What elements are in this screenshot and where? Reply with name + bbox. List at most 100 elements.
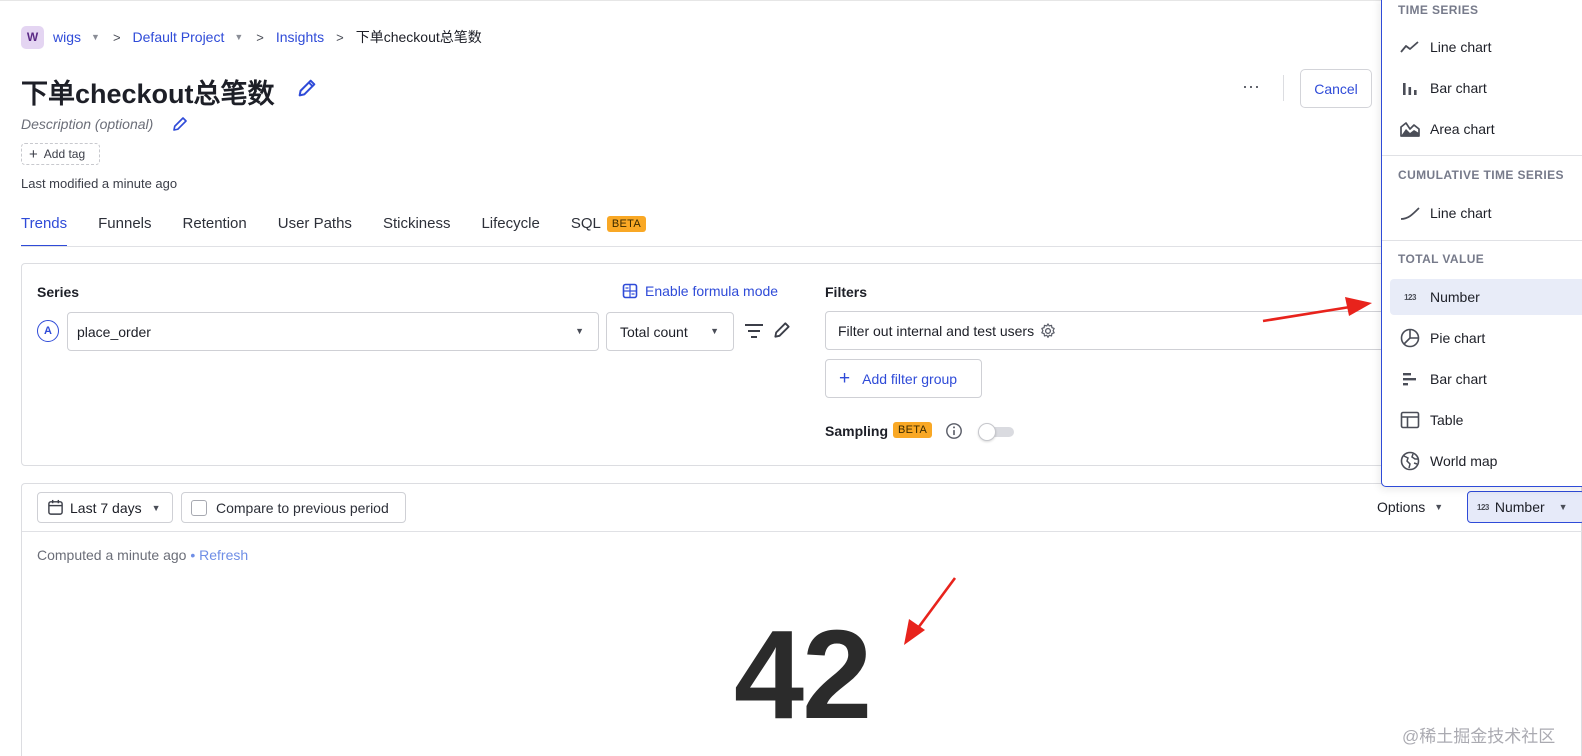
chevron-down-icon[interactable]: ▼ bbox=[234, 32, 243, 42]
calendar-icon bbox=[48, 499, 63, 515]
enable-formula-button[interactable]: Enable formula mode bbox=[622, 283, 778, 299]
chevron-right-icon: > bbox=[336, 29, 344, 45]
menu-section-title: CUMULATIVE TIME SERIES bbox=[1398, 168, 1564, 182]
menu-section-title: TIME SERIES bbox=[1398, 3, 1479, 17]
menu-item-label: Table bbox=[1430, 412, 1464, 428]
menu-item-label: Bar chart bbox=[1430, 80, 1487, 96]
gear-icon[interactable] bbox=[1039, 322, 1057, 340]
bar-chart-icon bbox=[1400, 78, 1420, 98]
menu-item-label: Line chart bbox=[1430, 39, 1492, 55]
tab-label: Retention bbox=[182, 215, 247, 232]
event-select[interactable]: place_order ▼ bbox=[67, 312, 599, 351]
tab-retention[interactable]: Retention bbox=[183, 205, 247, 246]
compare-label: Compare to previous period bbox=[216, 499, 389, 516]
menu-item-label: Area chart bbox=[1430, 121, 1495, 137]
menu-item-bar-chart[interactable]: Bar chart bbox=[1390, 70, 1582, 106]
caret-down-icon: ▼ bbox=[151, 502, 161, 513]
header-divider bbox=[1283, 75, 1284, 101]
event-value: place_order bbox=[77, 323, 151, 340]
pencil-icon[interactable] bbox=[296, 77, 318, 99]
calculator-icon bbox=[622, 283, 638, 299]
tab-label: Funnels bbox=[98, 215, 152, 232]
number-icon: 123 bbox=[1477, 502, 1489, 512]
horizontal-bar-icon bbox=[1400, 369, 1420, 389]
menu-item-pie-chart[interactable]: Pie chart bbox=[1390, 320, 1582, 356]
tab-funnels[interactable]: Funnels bbox=[98, 205, 151, 246]
add-filter-label: Add filter group bbox=[862, 370, 958, 387]
menu-item-table[interactable]: Table bbox=[1390, 402, 1582, 438]
beta-badge: BETA bbox=[893, 422, 933, 438]
breadcrumb: W wigs ▼ > Default Project ▼ > Insights … bbox=[21, 25, 482, 49]
test-users-filter[interactable]: Filter out internal and test users bbox=[825, 311, 1395, 350]
sampling-label: Sampling bbox=[825, 423, 889, 439]
filters-heading: Filters bbox=[825, 284, 868, 300]
computed-status: Computed a minute ago • Refresh bbox=[37, 547, 248, 563]
description-field[interactable]: Description (optional) bbox=[21, 116, 153, 132]
menu-item-cumulative-line[interactable]: Line chart bbox=[1390, 195, 1582, 231]
aggregation-select[interactable]: Total count ▼ bbox=[606, 312, 734, 351]
org-avatar[interactable]: W bbox=[21, 25, 44, 49]
aggregation-value: Total count bbox=[620, 323, 688, 340]
refresh-link[interactable]: Refresh bbox=[199, 547, 248, 563]
chevron-down-icon[interactable]: ▼ bbox=[91, 32, 100, 42]
watermark: @稀土掘金技术社区 bbox=[1402, 727, 1556, 746]
area-chart-icon bbox=[1400, 119, 1420, 139]
bullet: • bbox=[190, 547, 196, 563]
plus-icon: + bbox=[839, 368, 851, 389]
globe-icon bbox=[1400, 451, 1420, 471]
metric-value: 42 bbox=[734, 604, 872, 745]
compare-checkbox[interactable] bbox=[191, 499, 207, 516]
tab-lifecycle[interactable]: Lifecycle bbox=[481, 205, 539, 246]
tab-label: Lifecycle bbox=[481, 215, 540, 232]
menu-item-label: Pie chart bbox=[1430, 330, 1486, 346]
menu-divider bbox=[1382, 240, 1582, 241]
menu-item-number[interactable]: 123 Number bbox=[1390, 279, 1582, 315]
info-icon[interactable] bbox=[945, 422, 963, 440]
breadcrumb-project[interactable]: Default Project bbox=[133, 29, 225, 45]
menu-item-line-chart[interactable]: Line chart bbox=[1390, 29, 1582, 65]
tab-trends[interactable]: Trends bbox=[21, 205, 68, 247]
formula-label: Enable formula mode bbox=[645, 283, 779, 299]
add-tag-button[interactable]: + Add tag bbox=[21, 143, 100, 165]
number-icon: 123 bbox=[1404, 292, 1416, 302]
top-border bbox=[0, 0, 1582, 1]
add-tag-label: Add tag bbox=[43, 147, 86, 161]
last-modified: Last modified a minute ago bbox=[21, 176, 178, 191]
breadcrumb-insights[interactable]: Insights bbox=[276, 29, 324, 45]
tab-label: Trends bbox=[21, 215, 68, 232]
insight-tabs: Trends Funnels Retention User Paths Stic… bbox=[21, 205, 677, 247]
tab-sql[interactable]: SQL BETA bbox=[571, 205, 646, 246]
chart-type-menu: TIME SERIES Line chart Bar chart Area ch… bbox=[1381, 0, 1582, 487]
menu-divider bbox=[1382, 155, 1582, 156]
display-type-label: Number bbox=[1494, 499, 1545, 515]
pencil-icon[interactable] bbox=[171, 115, 189, 133]
tab-label: Stickiness bbox=[382, 215, 451, 232]
more-options-button[interactable]: ··· bbox=[1238, 76, 1264, 100]
date-range-button[interactable]: Last 7 days ▼ bbox=[37, 492, 173, 523]
series-heading: Series bbox=[37, 284, 80, 300]
menu-item-horizontal-bar[interactable]: Bar chart bbox=[1390, 361, 1582, 397]
tab-user-paths[interactable]: User Paths bbox=[278, 205, 352, 246]
sampling-row: Sampling BETA bbox=[825, 422, 1015, 441]
options-dropdown[interactable]: Options ▼ bbox=[1377, 499, 1443, 515]
chevron-right-icon: > bbox=[256, 29, 264, 45]
display-type-select[interactable]: 123 Number ▼ bbox=[1467, 491, 1582, 523]
table-icon bbox=[1400, 410, 1420, 430]
computed-label: Computed a minute ago bbox=[37, 547, 187, 563]
date-range-label: Last 7 days bbox=[70, 499, 142, 516]
series-letter-badge[interactable]: A bbox=[37, 320, 59, 342]
cancel-button[interactable]: Cancel bbox=[1300, 69, 1372, 108]
caret-down-icon: ▼ bbox=[575, 326, 584, 336]
filter-icon[interactable] bbox=[744, 322, 764, 340]
beta-badge: BETA bbox=[606, 216, 646, 232]
breadcrumb-org[interactable]: wigs bbox=[53, 29, 81, 45]
plus-icon: + bbox=[29, 145, 38, 163]
menu-item-area-chart[interactable]: Area chart bbox=[1390, 111, 1582, 147]
compare-toggle[interactable]: Compare to previous period bbox=[181, 492, 406, 523]
tab-stickiness[interactable]: Stickiness bbox=[383, 205, 451, 246]
line-chart-icon bbox=[1400, 37, 1420, 57]
pencil-icon[interactable] bbox=[772, 320, 792, 340]
sampling-toggle[interactable] bbox=[978, 423, 1015, 441]
add-filter-group-button[interactable]: + Add filter group bbox=[825, 359, 982, 398]
menu-item-world-map[interactable]: World map bbox=[1390, 443, 1582, 479]
